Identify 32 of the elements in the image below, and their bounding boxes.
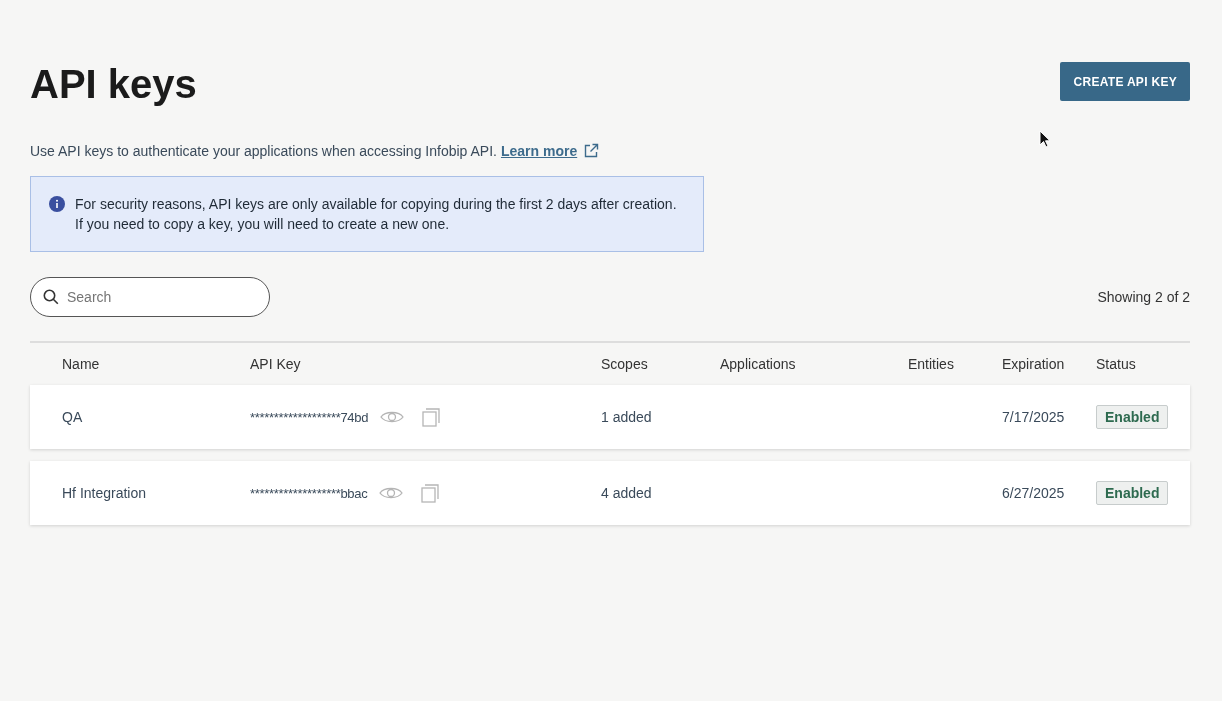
scopes-cell-text: 1 added bbox=[601, 409, 653, 425]
external-link-icon[interactable] bbox=[583, 143, 600, 159]
expiration-cell-text: 6/27/2025 bbox=[1002, 485, 1066, 501]
learn-more-link[interactable]: Learn more bbox=[500, 143, 578, 159]
info-icon bbox=[49, 196, 65, 212]
copy-icon[interactable] bbox=[422, 407, 441, 427]
copy-icon[interactable] bbox=[421, 483, 440, 503]
api-key-cell: *******************74bd bbox=[250, 409, 369, 425]
search-field[interactable]: Search bbox=[30, 277, 270, 317]
notice-text: For security reasons, API keys are only available for copying during the first 2 days after creation. If you need to copy a key, you will need to create a new one. bbox=[75, 195, 678, 234]
column-header: Name bbox=[62, 356, 101, 372]
search-icon bbox=[43, 289, 59, 305]
status-badge: Enabled bbox=[1096, 405, 1169, 429]
expiration-cell-text: 7/17/2025 bbox=[1002, 409, 1066, 425]
eye-icon[interactable] bbox=[379, 486, 404, 500]
api-key-cell: *******************bbac bbox=[250, 485, 368, 501]
column-header: Scopes bbox=[601, 356, 649, 372]
name-cell-text: Hf Integration bbox=[62, 485, 148, 501]
mouse-cursor-icon bbox=[1039, 130, 1051, 148]
column-header: API Key bbox=[250, 356, 302, 372]
scopes-cell-text: 4 added bbox=[601, 485, 653, 501]
result-count: Showing 2 of 2 bbox=[1097, 289, 1190, 305]
column-header: Expiration bbox=[1002, 356, 1066, 372]
column-header: Entities bbox=[908, 356, 955, 372]
eye-icon[interactable] bbox=[380, 410, 405, 424]
column-header: Status bbox=[1096, 356, 1137, 372]
column-header: Applications bbox=[720, 356, 797, 372]
status-badge: Enabled bbox=[1096, 481, 1169, 505]
page-title: API keys bbox=[30, 62, 197, 107]
name-cell-text: QA bbox=[62, 409, 84, 425]
create-api-key-button[interactable]: CREATE API KEY bbox=[1060, 62, 1190, 101]
description-text: Use API keys to authenticate your applications when accessing Infobip API. bbox=[30, 143, 497, 159]
